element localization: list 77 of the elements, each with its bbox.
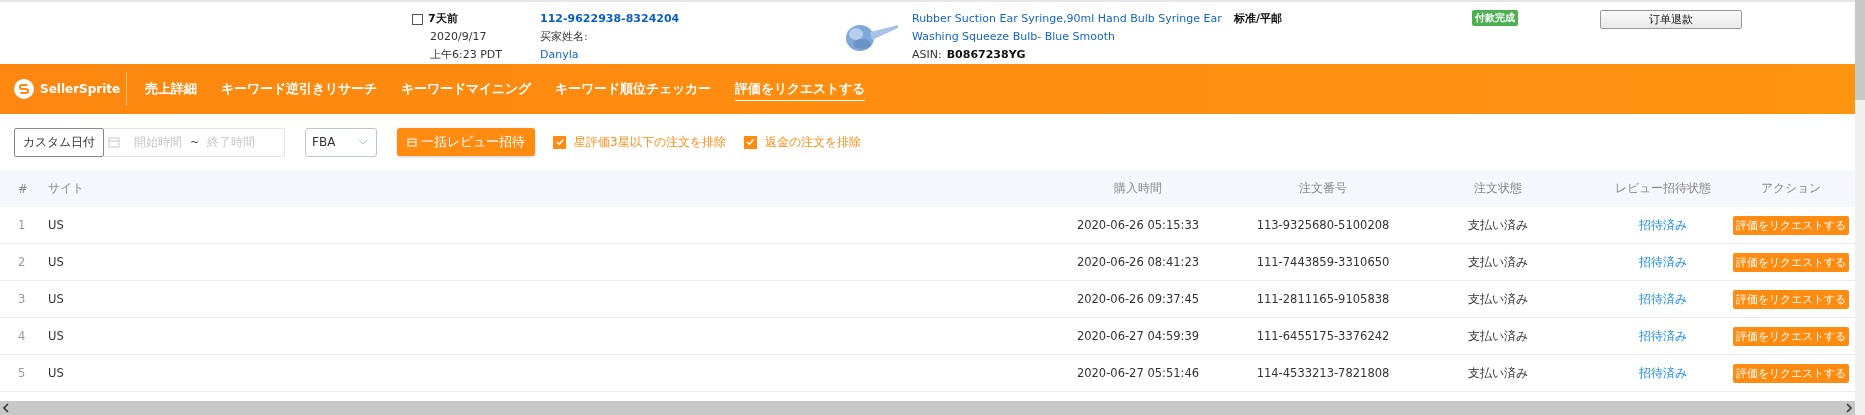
invite-status-link[interactable]: 招待済み (1639, 291, 1687, 306)
date-type-select[interactable]: カスタム日付 (14, 127, 104, 157)
relative-time: 7天前 (428, 11, 458, 27)
table-cell-text: 2020-06-26 05:15:33 (1075, 218, 1201, 232)
nav-tab[interactable]: キーワード順位チェッカー (555, 77, 711, 101)
request-review-button[interactable]: 評価をリクエストする (1733, 289, 1849, 309)
nav-tab[interactable]: 評価をリクエストする (735, 77, 865, 101)
shipping-method: 标准/平邮 (1234, 11, 1283, 27)
invite-status-link[interactable]: 招待済み (1639, 254, 1687, 269)
column-header: 注文番号 (1298, 181, 1348, 196)
table-cell-text: 支払い済み (1467, 291, 1529, 307)
request-review-button[interactable]: 評価をリクエストする (1733, 215, 1849, 235)
table-cell-text: 支払い済み (1467, 217, 1529, 233)
vertical-scrollbar[interactable] (1855, 0, 1865, 415)
asin-label: ASIN: (912, 47, 942, 63)
column-header: 注文状態 (1473, 181, 1523, 196)
nav-tab[interactable]: キーワードマイニング (401, 77, 531, 101)
status-badge: 付款完成 (1472, 10, 1518, 26)
table-cell-text: US (48, 329, 65, 343)
table-cell-text: 114-4533213-7821808 (1255, 366, 1391, 380)
envelope-icon (407, 137, 417, 147)
table-cell-text: 支払い済み (1467, 254, 1529, 270)
table-cell-text: 2020-06-27 04:59:39 (1075, 329, 1201, 343)
table-cell-text: 4 (18, 329, 27, 343)
table-cell-text: 2020-06-27 05:51:46 (1075, 366, 1201, 380)
calendar-icon (108, 136, 120, 148)
refund-button[interactable]: 订单退款 (1600, 10, 1742, 29)
buyer-label: 买家姓名: (540, 29, 589, 45)
order-number-link[interactable]: 112-9622938-8324204 (540, 10, 840, 28)
table-cell-text: 113-9325680-5100208 (1255, 218, 1391, 232)
invite-status-link[interactable]: 招待済み (1639, 365, 1687, 380)
range-separator: ~ (190, 135, 200, 149)
column-header: サイト (48, 181, 85, 196)
column-header: 購入時間 (1113, 181, 1163, 196)
order-date: 2020/9/17 (429, 29, 488, 45)
table-cell-text: 2020-06-26 08:41:23 (1075, 255, 1201, 269)
chevron-down-icon (358, 139, 368, 145)
table-cell-text: 111-2811165-9105838 (1255, 292, 1391, 306)
invite-status-link[interactable]: 招待済み (1639, 328, 1687, 343)
table-cell-text: 2 (18, 255, 27, 269)
column-header: レビュー招待状態 (1614, 181, 1712, 196)
table-cell-text: 111-6455175-3376242 (1255, 329, 1391, 343)
checkbox[interactable] (553, 135, 566, 149)
table-cell-text: 3 (18, 292, 27, 306)
table-cell-text: 111-7443859-3310650 (1255, 255, 1391, 269)
table-cell-text: US (48, 292, 65, 306)
table-cell-text: US (48, 366, 65, 380)
request-review-button[interactable]: 評価をリクエストする (1733, 326, 1849, 346)
request-review-button[interactable]: 評価をリクエストする (1733, 252, 1849, 272)
product-title-link[interactable]: Rubber Suction Ear Syringe,90ml Hand Bulb Syringe Ear Washing Squeeze Bulb- Blue Smooth (912, 10, 1230, 46)
request-review-button[interactable]: 評価をリクエストする (1733, 363, 1849, 383)
table-cell-text: US (48, 255, 65, 269)
column-header: アクション (1760, 181, 1822, 196)
table-cell-text: 2020-06-26 09:37:45 (1075, 292, 1201, 306)
horizontal-scrollbar[interactable] (0, 401, 1855, 415)
checkbox[interactable] (412, 13, 423, 25)
buyer-name-link[interactable]: Danyla (540, 46, 840, 64)
checkbox[interactable] (743, 135, 757, 149)
bulk-invite-button[interactable]: 一括レビュー招待 (397, 128, 535, 156)
table-cell-text: US (48, 218, 65, 232)
scroll-right-icon[interactable] (1845, 403, 1853, 413)
brand-name: SellerSprite (40, 82, 121, 96)
logo-icon (14, 79, 34, 99)
fulfillment-select[interactable]: FBA (305, 127, 377, 157)
order-time: 上午6:23 PDT (429, 47, 504, 63)
nav-tab[interactable]: キーワード逆引きリサーチ (221, 77, 377, 101)
scroll-left-icon[interactable] (2, 403, 10, 413)
table-cell-text: 支払い済み (1467, 328, 1529, 344)
nav-tab[interactable]: 売上詳細 (145, 77, 197, 101)
column-header: # (18, 181, 29, 196)
checkbox-label: 星評価3星以下の注文を排除 (574, 133, 726, 151)
table-cell-text: 1 (18, 218, 27, 232)
invite-status-link[interactable]: 招待済み (1639, 217, 1687, 232)
table-cell-text: 支払い済み (1467, 365, 1529, 381)
checkbox-label: 返金の注文を排除 (764, 133, 861, 151)
asin-value: B0867238YG (946, 47, 1026, 63)
table-cell-text: 5 (18, 366, 27, 380)
